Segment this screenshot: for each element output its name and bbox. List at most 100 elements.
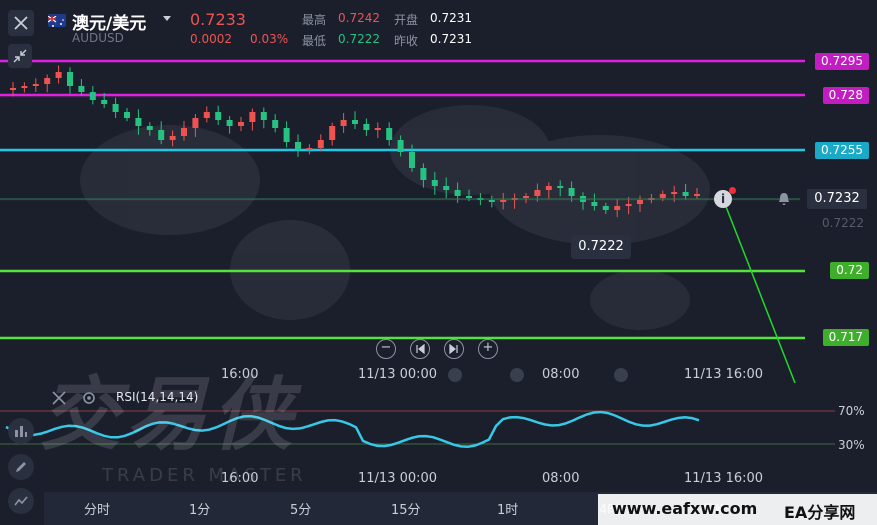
watermark-brand: 交易侠 <box>40 368 298 461</box>
time-dot <box>614 368 628 382</box>
candle-body <box>249 112 256 122</box>
timeframe-intraday[interactable]: 分时 <box>84 499 110 518</box>
rsi-level-30: 30% <box>838 438 865 452</box>
candle-body <box>614 206 621 210</box>
price-line-tag-0: 0.7295 <box>815 53 869 70</box>
axis-price-label: 0.7222 <box>822 216 864 230</box>
candle-body <box>226 120 233 126</box>
candle-body <box>10 88 16 90</box>
rsi-level-70: 70% <box>838 404 865 418</box>
candle-body <box>89 92 96 100</box>
next-icon <box>449 343 458 355</box>
candle-body <box>192 118 199 128</box>
time-dot <box>448 368 462 382</box>
candle-body <box>659 194 666 198</box>
close-button[interactable] <box>8 10 34 36</box>
stat-open-value: 0.7231 <box>430 11 472 25</box>
candle-body <box>67 72 73 86</box>
scroll-next-button[interactable] <box>444 339 464 359</box>
alert-dot <box>729 187 736 194</box>
rsi-time-label-3: 11/13 16:00 <box>684 471 764 486</box>
candle-body <box>466 196 472 198</box>
price-line-tag-4: 0.717 <box>822 329 869 346</box>
candle-body <box>454 190 461 196</box>
candle-body <box>112 104 119 112</box>
time-label-0: 16:00 <box>221 367 259 382</box>
collapse-icon <box>13 49 27 63</box>
bell-icon[interactable] <box>776 191 792 207</box>
trend-line[interactable] <box>722 198 796 384</box>
pair-symbol: AUDUSD <box>72 31 124 45</box>
candle-body <box>682 192 689 196</box>
stat-prevclose-label: 昨收 <box>394 34 419 48</box>
stat-prevclose-value: 0.7231 <box>430 32 472 46</box>
rsi-time-label-2: 08:00 <box>542 471 580 486</box>
candle-body <box>260 112 267 120</box>
candle-body <box>215 112 222 120</box>
timeframe-15m[interactable]: 15分 <box>391 499 421 518</box>
site-footer: www.eafxw.com EA分享网 <box>598 494 877 525</box>
candle-body <box>523 196 529 198</box>
candle-body <box>55 72 62 78</box>
close-icon <box>14 16 28 30</box>
rsi-time-label-0: 16:00 <box>221 471 259 486</box>
scroll-prev-button[interactable] <box>410 339 430 359</box>
candle-body <box>169 136 176 140</box>
candle-body <box>203 112 210 118</box>
candle-body <box>500 200 507 202</box>
candle-body <box>625 204 632 206</box>
time-label-1: 11/13 00:00 <box>358 367 438 382</box>
candle-body <box>306 148 313 150</box>
settings-icon[interactable] <box>81 390 97 406</box>
candle-body <box>591 202 598 206</box>
candle-body <box>363 124 370 130</box>
candle-body <box>374 128 381 130</box>
watermark: 交易侠 TRADER MASTER <box>40 365 370 500</box>
timeframe-5m[interactable]: 5分 <box>290 499 311 518</box>
candle-body <box>671 192 678 194</box>
candle-body <box>181 128 187 136</box>
candle-body <box>488 200 495 202</box>
close-icon[interactable] <box>52 391 66 405</box>
prev-icon <box>416 343 425 355</box>
candle-body <box>431 180 438 186</box>
candle-body <box>78 86 85 92</box>
timeframe-1h[interactable]: 1时 <box>497 499 518 518</box>
zoom-in-icon: + <box>482 340 494 355</box>
candle-body <box>238 122 244 126</box>
candle-body <box>135 118 142 126</box>
candle-body <box>409 152 415 168</box>
chart-type-button[interactable] <box>8 488 34 514</box>
current-price-tag: 0.7232 <box>807 189 867 209</box>
draw-tool-button[interactable] <box>8 454 34 480</box>
candle-body <box>386 128 393 140</box>
collapse-button[interactable] <box>8 44 32 68</box>
time-label-2: 08:00 <box>542 367 580 382</box>
candle-body <box>146 126 153 130</box>
candle-body <box>158 130 165 140</box>
rsi-time-label-1: 11/13 00:00 <box>358 471 438 486</box>
candle-body <box>124 112 130 118</box>
flag-au-icon <box>47 14 66 27</box>
candle-body <box>568 188 575 196</box>
indicator-tool-button[interactable] <box>8 418 34 444</box>
site-url: www.eafxw.com <box>612 499 758 518</box>
stat-high-label: 最高 <box>302 13 327 27</box>
chevron-down-icon[interactable] <box>162 15 172 23</box>
candle-body <box>420 168 427 180</box>
zoom-out-button[interactable]: − <box>376 339 396 359</box>
candle-body <box>637 200 643 204</box>
stat-high-value: 0.7242 <box>338 11 380 25</box>
candle-body <box>340 120 347 126</box>
candle-body <box>694 194 700 196</box>
candle-body <box>443 186 450 190</box>
timeframe-1m[interactable]: 1分 <box>189 499 210 518</box>
time-label-3: 11/13 16:00 <box>684 367 764 382</box>
time-dot <box>510 368 524 382</box>
zoom-in-button[interactable]: + <box>478 339 498 359</box>
candle-body <box>317 140 324 148</box>
candle-body <box>44 78 51 84</box>
price-line-tag-2: 0.7255 <box>815 142 869 159</box>
candle-body <box>283 128 290 142</box>
site-brand: EA分享网 <box>784 503 856 522</box>
